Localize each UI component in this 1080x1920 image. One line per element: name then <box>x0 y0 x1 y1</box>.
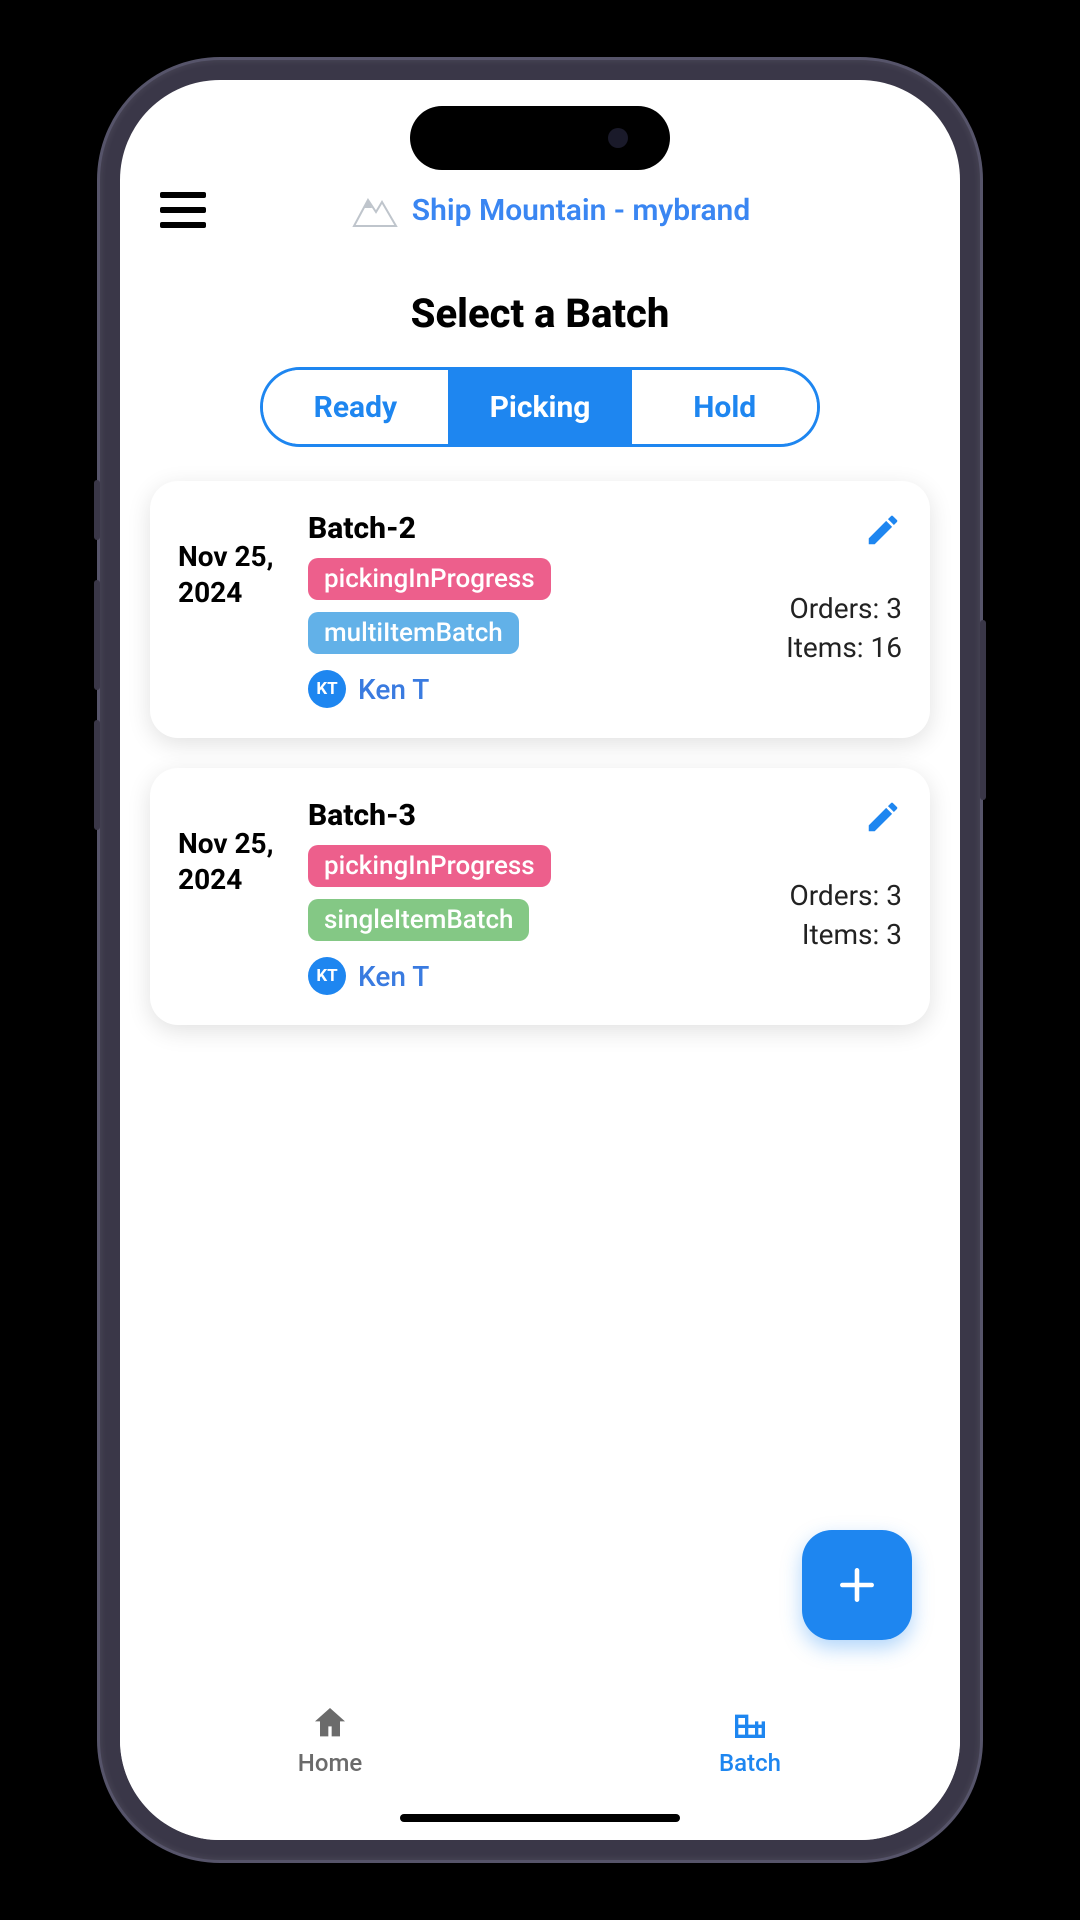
batch-status-tabs: Ready Picking Hold <box>260 367 820 447</box>
status-tag: pickingInProgress <box>308 845 551 887</box>
batch-info: Batch-3 pickingInProgress singleItemBatc… <box>308 798 769 995</box>
phone-side-button <box>94 580 100 690</box>
batch-list: Nov 25, 2024 Batch-2 pickingInProgress m… <box>120 481 960 1025</box>
batch-name: Batch-3 <box>308 798 769 833</box>
building-icon <box>730 1703 770 1743</box>
menu-button[interactable] <box>160 192 206 228</box>
assignee-name: Ken T <box>358 673 429 706</box>
batch-info: Batch-2 pickingInProgress multiItemBatch… <box>308 511 766 708</box>
batch-stats: Orders: 3 Items: 16 <box>786 589 902 667</box>
items-label: Items <box>802 918 873 951</box>
brand: Ship Mountain - mybrand <box>226 190 874 230</box>
tab-hold[interactable]: Hold <box>632 370 817 444</box>
edit-icon[interactable] <box>864 798 902 836</box>
tab-ready[interactable]: Ready <box>263 370 448 444</box>
phone-side-button <box>94 480 100 540</box>
assignee-name: Ken T <box>358 960 429 993</box>
nav-batch-label: Batch <box>719 1749 781 1777</box>
status-tag: pickingInProgress <box>308 558 551 600</box>
orders-label: Orders <box>789 592 872 625</box>
batch-stats: Orders: 3 Items: 3 <box>789 876 902 954</box>
batch-card[interactable]: Nov 25, 2024 Batch-3 pickingInProgress s… <box>150 768 930 1025</box>
phone-side-button <box>980 620 986 800</box>
page-title: Select a Batch <box>120 290 960 337</box>
assignee: KT Ken T <box>308 957 769 995</box>
items-label: Items <box>786 631 857 664</box>
batch-card[interactable]: Nov 25, 2024 Batch-2 pickingInProgress m… <box>150 481 930 738</box>
batch-date: Nov 25, 2024 <box>178 511 288 612</box>
type-tag: multiItemBatch <box>308 612 519 654</box>
phone-side-button <box>94 720 100 830</box>
orders-label: Orders <box>789 879 872 912</box>
edit-icon[interactable] <box>864 511 902 549</box>
home-icon <box>310 1703 350 1743</box>
type-tag: singleItemBatch <box>308 899 529 941</box>
orders-value: 3 <box>886 592 902 625</box>
assignee: KT Ken T <box>308 670 766 708</box>
brand-title: Ship Mountain - mybrand <box>412 193 750 228</box>
app-screen: Ship Mountain - mybrand Select a Batch R… <box>120 80 960 1840</box>
mountain-logo-icon <box>350 190 400 230</box>
avatar: KT <box>308 957 346 995</box>
app-header: Ship Mountain - mybrand <box>120 160 960 250</box>
nav-home[interactable]: Home <box>120 1680 540 1800</box>
orders-value: 3 <box>886 879 902 912</box>
nav-home-label: Home <box>298 1749 362 1777</box>
batch-meta: Orders: 3 Items: 3 <box>789 798 902 954</box>
home-indicator[interactable] <box>400 1814 680 1822</box>
tab-picking[interactable]: Picking <box>448 370 633 444</box>
nav-batch[interactable]: Batch <box>540 1680 960 1800</box>
batch-meta: Orders: 3 Items: 16 <box>786 511 902 667</box>
batch-name: Batch-2 <box>308 511 766 546</box>
items-value: 16 <box>871 631 902 664</box>
avatar: KT <box>308 670 346 708</box>
add-batch-button[interactable] <box>802 1530 912 1640</box>
items-value: 3 <box>886 918 902 951</box>
batch-date: Nov 25, 2024 <box>178 798 288 899</box>
plus-icon <box>835 1563 879 1607</box>
phone-notch <box>410 106 670 170</box>
phone-frame: Ship Mountain - mybrand Select a Batch R… <box>100 60 980 1860</box>
